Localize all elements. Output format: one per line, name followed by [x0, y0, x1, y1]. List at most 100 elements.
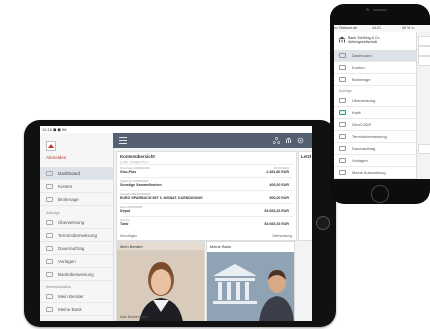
recent-card-title: Letzt — [301, 154, 312, 159]
menu-item-kwitt[interactable]: Kwitt — [334, 107, 416, 119]
section-auftraege: Aufträge — [46, 211, 60, 215]
menu-item-label: Dashboard — [352, 53, 372, 58]
repeat-icon — [339, 146, 346, 151]
menu-item-terminueberweisung[interactable]: Terminüberweisung — [334, 131, 416, 143]
sidebar-item-vorlagen[interactable]: Vorlagen — [40, 255, 113, 268]
menu-item-label: Kwitt — [352, 110, 361, 115]
bank-photo — [207, 242, 294, 321]
network-icon[interactable] — [273, 137, 280, 144]
sidebar-item-meine-bank[interactable]: Meine Bank — [40, 303, 113, 316]
bank-building-icon[interactable] — [285, 137, 292, 144]
calendar-icon — [339, 134, 346, 139]
account-name: Depot — [120, 209, 131, 213]
phone-header: Bank Schilling & Co Aktiengesellschaft — [334, 32, 416, 51]
phone-device: ••• Telekom.de 14:21 49 % ▭ Bank Schilli… — [330, 4, 430, 204]
chart-icon — [339, 77, 346, 82]
edge-card — [418, 56, 430, 66]
tablet-home-button[interactable] — [316, 216, 330, 230]
account-balance: 900,00 EUR — [269, 196, 289, 200]
menu-item-label: Überweisung — [352, 98, 376, 103]
tablet-sidebar: Abmelden Dashboard Konten Brokerage Auft… — [40, 133, 114, 321]
sidebar-item-brokerage[interactable]: Brokerage — [40, 193, 113, 206]
account-row[interactable]: Festgeld 000000000000 EURO SPARBUCH MIT … — [120, 190, 293, 204]
menu-item-ueberweisung[interactable]: Überweisung — [334, 95, 416, 107]
person-icon — [46, 294, 53, 299]
account-balance: 53.665,33 EUR — [264, 209, 289, 213]
menu-item-label: Dauerauftrag — [352, 146, 376, 151]
sidebar-item-dauerauftrag[interactable]: Dauerauftrag — [40, 242, 113, 255]
mein-berater-card[interactable]: Mein Berater Max Mustermann — [116, 241, 205, 321]
logout-link[interactable]: Abmelden — [46, 155, 66, 160]
menu-item-brokerage[interactable]: Brokerage — [334, 74, 416, 86]
menu-item-label: Brokerage — [352, 77, 371, 82]
menu-item-konten[interactable]: Konten — [334, 62, 416, 74]
carrier-label: ••• Telekom.de — [334, 26, 358, 30]
transfer-icon — [339, 98, 346, 103]
battery-indicator: 49 % ▭ — [402, 26, 415, 30]
sidebar-item-label: Konten — [58, 184, 73, 189]
menu-item-dauerauftrag[interactable]: Dauerauftrag — [334, 143, 416, 155]
qr-icon — [339, 122, 346, 127]
sidebar-item-konten[interactable]: Konten — [40, 180, 113, 193]
sidebar-item-label: Banküberweisung — [58, 272, 94, 277]
menu-item-label: Konten — [352, 65, 365, 70]
sidebar-item-label: Meine Bank — [58, 307, 82, 312]
bank-icon — [339, 170, 346, 175]
list-icon — [46, 184, 53, 189]
phone-screen: ••• Telekom.de 14:21 49 % ▭ Bank Schilli… — [334, 25, 430, 179]
tablet-device: 12:16 ◼ ◼ 96 Abmelden Dashboard Konten B… — [24, 120, 336, 327]
total-balance: 53.665,33 EUR — [264, 222, 289, 226]
section-kommunikation: Kommunikation — [46, 285, 71, 289]
menu-item-girocode[interactable]: GiroCODE — [334, 119, 416, 131]
account-row[interactable]: Sparbuch 0000000000 Sonstige Sammelkonte… — [120, 177, 293, 191]
speaker-grille — [373, 9, 387, 11]
total-row: Summe Total 53.665,33 EUR — [120, 216, 293, 230]
clock: 14:21 — [372, 26, 381, 30]
front-camera — [366, 8, 369, 11]
total-name: Total — [120, 222, 129, 226]
transfer-icon — [46, 220, 53, 225]
sidebar-item-mein-berater[interactable]: Mein Berater — [40, 290, 113, 303]
meine-bank-card[interactable]: Meine Bank — [206, 241, 295, 321]
menu-item-label: Meine Auswahlung — [352, 170, 386, 175]
tablet-screen: 12:16 ◼ ◼ 96 Abmelden Dashboard Konten B… — [40, 126, 312, 321]
menu-item-dashboard[interactable]: Dashboard — [334, 50, 416, 62]
account-name: Giro-Plus — [120, 170, 137, 174]
edge-card — [418, 46, 430, 56]
sidebar-item-label: Dashboard — [58, 171, 81, 176]
transfer-link[interactable]: Überweisung — [272, 234, 292, 238]
phone-menu-list: Dashboard Konten Brokerage Aufträge Über… — [334, 50, 416, 179]
sidebar-item-bankueberweisung[interactable]: Banküberweisung — [40, 268, 113, 281]
account-balance: 2.381,80 EUR — [266, 170, 289, 174]
sidebar-item-ueberweisung[interactable]: Überweisung — [40, 216, 113, 229]
bank-icon — [46, 307, 53, 312]
chart-icon — [46, 197, 53, 202]
sidebar-item-dashboard[interactable]: Dashboard — [40, 167, 113, 180]
section-auftraege: Aufträge — [339, 89, 352, 93]
hamburger-menu-icon[interactable] — [119, 137, 127, 144]
account-row[interactable]: Depot 000000000 Depot 53.665,33 EUR — [120, 203, 293, 217]
sidebar-item-label: Terminüberweisung — [58, 233, 98, 238]
dashboard-icon — [339, 53, 346, 58]
advisor-photo — [117, 242, 204, 321]
account-row[interactable]: Giro-Konto 0000000000 Giro-Plus 30.000 E… — [120, 164, 293, 178]
settings-icon[interactable] — [297, 137, 304, 144]
content-edge-panel — [416, 32, 430, 179]
menu-item-label: Vorlagen — [352, 158, 368, 163]
phone-home-button[interactable] — [371, 185, 389, 203]
menu-item-meine-auswahlung[interactable]: Meine Auswahlung — [334, 167, 416, 179]
edge-card — [418, 36, 430, 46]
sidebar-item-label: Vorlagen — [58, 259, 76, 264]
tablet-status-bar: 12:16 ◼ ◼ 96 — [40, 126, 312, 133]
repeat-icon — [46, 246, 53, 251]
recent-card: Letzt — [298, 151, 312, 241]
add-link[interactable]: Hinzufügen — [120, 234, 137, 238]
sidebar-item-label: Dauerauftrag — [58, 246, 85, 251]
mein-berater-title: Mein Berater — [120, 244, 143, 249]
menu-item-vorlagen[interactable]: Vorlagen — [334, 155, 416, 167]
bank-icon — [46, 272, 53, 277]
sidebar-item-terminueberweisung[interactable]: Terminüberweisung — [40, 229, 113, 242]
menu-item-label: Terminüberweisung — [352, 134, 387, 139]
edge-card — [418, 144, 430, 154]
meine-bank-title: Meine Bank — [210, 244, 232, 249]
